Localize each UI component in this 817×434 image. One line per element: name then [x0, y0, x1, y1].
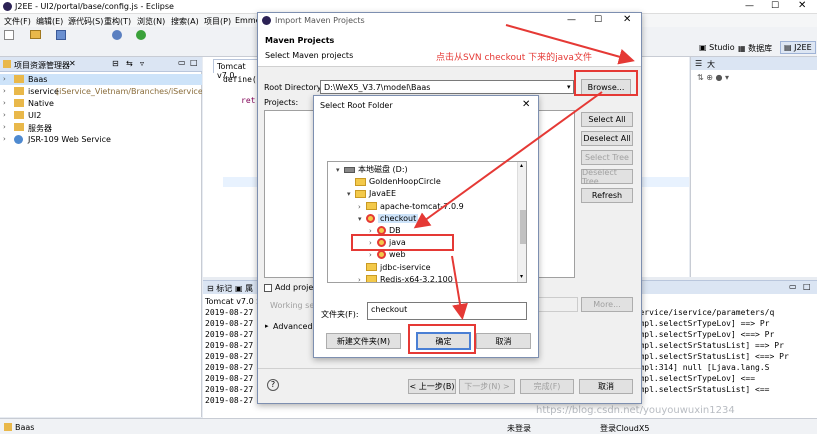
annotation-arrows — [413, 24, 635, 320]
arrow-to-java — [413, 91, 603, 229]
arrow-to-browse — [505, 24, 635, 65]
arrow-to-ok — [451, 255, 468, 320]
